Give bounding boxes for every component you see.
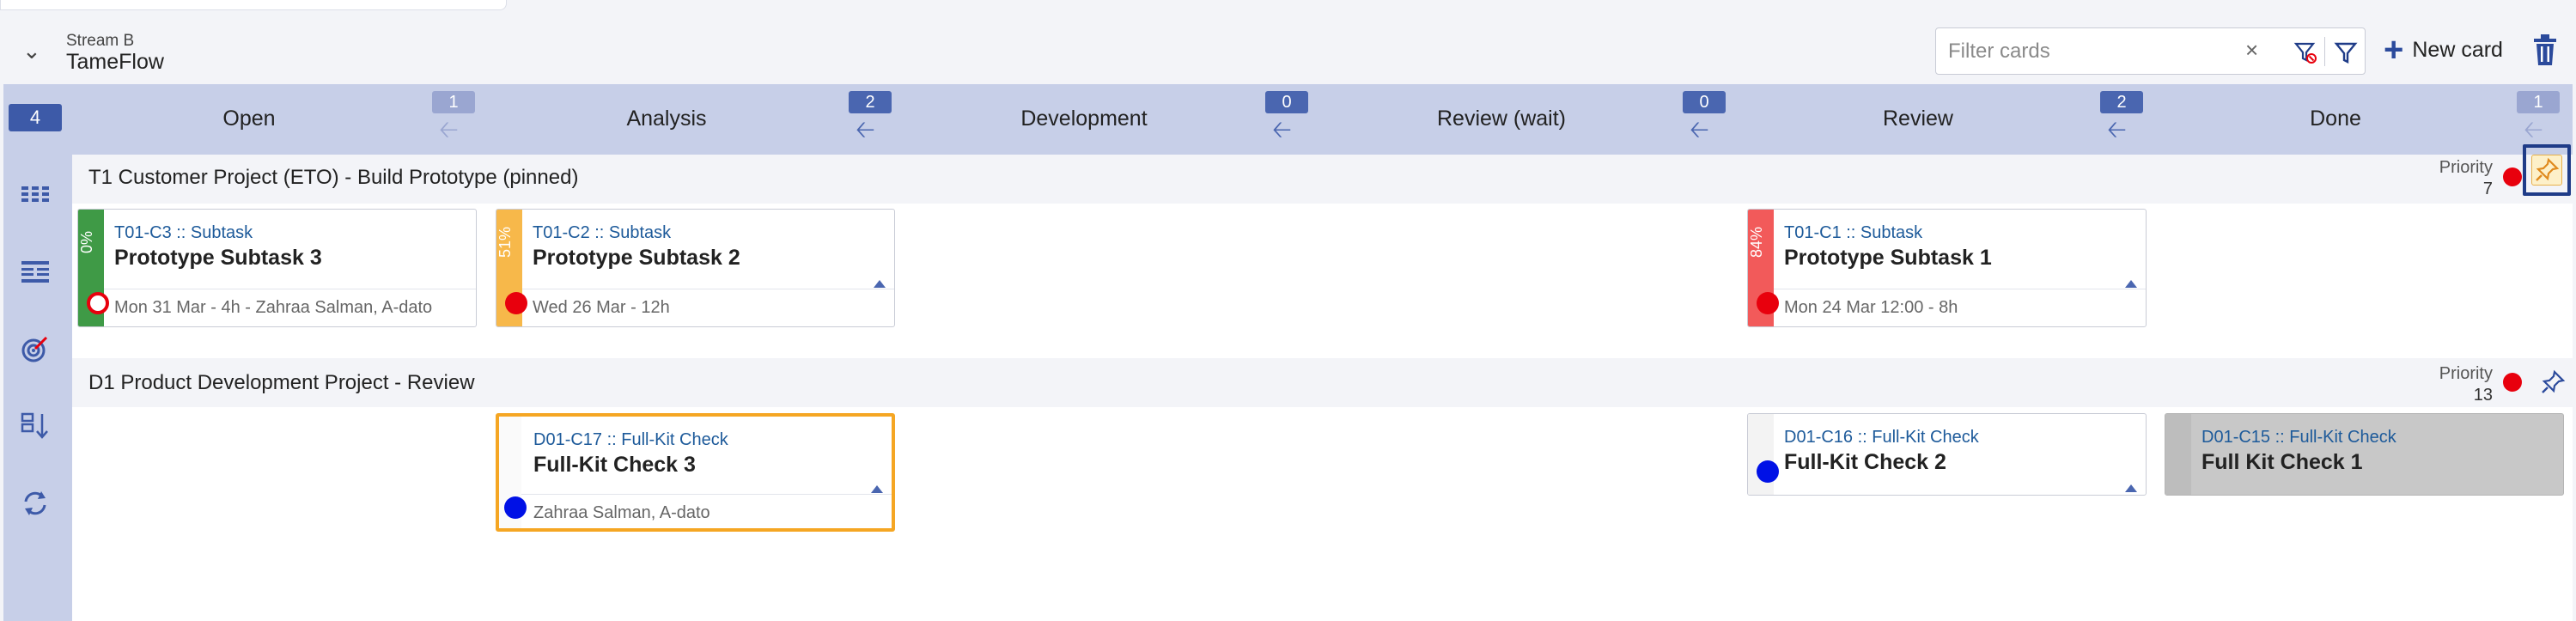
- pin-icon[interactable]: [2540, 369, 2566, 395]
- priority-status-dot: [2503, 373, 2522, 392]
- lane-title: D1 Product Development Project - Review: [88, 371, 475, 394]
- card[interactable]: D01-C16 :: Full-Kit Check Full-Kit Check…: [1747, 413, 2147, 496]
- card-divider: [521, 494, 892, 495]
- clear-filter-funnel-icon[interactable]: [2293, 40, 2318, 65]
- card[interactable]: 84% T01-C1 :: Subtask Prototype Subtask …: [1747, 209, 2147, 327]
- card-title: Full-Kit Check 2: [1784, 450, 1946, 474]
- top-panel-stub: [0, 0, 507, 10]
- move-left-arrow-icon[interactable]: 🡠: [1272, 112, 1292, 153]
- status-dot: [87, 292, 109, 314]
- detailed-view-icon[interactable]: [19, 256, 52, 287]
- filter-funnel-icon[interactable]: [2333, 40, 2359, 65]
- card-id: D01-C15 :: Full-Kit Check: [2201, 428, 2396, 447]
- lane-title: T1 Customer Project (ETO) - Build Protot…: [88, 166, 579, 189]
- filter-cards-input[interactable]: [1946, 37, 2273, 66]
- status-dot: [504, 496, 527, 519]
- card-id: T01-C2 :: Subtask: [533, 223, 672, 242]
- card-title: Prototype Subtask 3: [114, 246, 322, 270]
- priority-status-dot: [2503, 167, 2522, 186]
- wip-badge-done: 2: [2100, 91, 2143, 113]
- collapse-chevron-icon[interactable]: ⌄: [22, 38, 41, 64]
- wip-badge-review: 0: [1683, 91, 1726, 113]
- clear-filter-icon[interactable]: ×: [2245, 37, 2258, 64]
- plus-icon: +: [2384, 31, 2404, 69]
- filter-box: ×: [1935, 27, 2366, 75]
- column-header-open: Open: [222, 107, 276, 131]
- progress-percent: 84%: [1748, 226, 1765, 259]
- stream-label: Stream B: [66, 32, 135, 50]
- card-meta: Wed 26 Mar - 12h: [533, 298, 670, 317]
- target-icon[interactable]: [19, 333, 52, 364]
- stream-title: TameFlow: [66, 50, 164, 74]
- priority-label: Priority: [2439, 158, 2493, 177]
- card-id: T01-C1 :: Subtask: [1784, 223, 1923, 242]
- status-dot: [1757, 460, 1779, 483]
- card-meta: Mon 31 Mar - 4h - Zahraa Salman, A-dato: [114, 298, 433, 317]
- card[interactable]: 51% T01-C2 :: Subtask Prototype Subtask …: [496, 209, 895, 327]
- progress-percent: 0%: [78, 231, 95, 254]
- compact-view-icon[interactable]: [19, 179, 52, 210]
- card-title: Prototype Subtask 1: [1784, 246, 1992, 270]
- priority-value: 7: [2482, 180, 2493, 198]
- card[interactable]: 0% T01-C3 :: Subtask Prototype Subtask 3…: [77, 209, 477, 327]
- expand-triangle-icon[interactable]: [2125, 484, 2137, 492]
- move-left-arrow-icon[interactable]: 🡠: [856, 112, 875, 153]
- column-header-analysis: Analysis: [626, 107, 707, 131]
- card-meta: Zahraa Salman, A-dato: [533, 503, 710, 522]
- move-left-arrow-icon[interactable]: 🡠: [2107, 112, 2127, 153]
- wip-badge-last: 1: [2517, 91, 2560, 113]
- card-id: D01-C17 :: Full-Kit Check: [533, 430, 728, 449]
- new-card-label: New card: [2412, 37, 2503, 62]
- move-left-arrow-icon[interactable]: 🡠: [1690, 112, 1709, 153]
- pin-icon: [2536, 157, 2560, 181]
- column-header-done: Done: [2310, 107, 2361, 131]
- column-header-development: Development: [1020, 107, 1148, 131]
- wip-badge-review-wait: 0: [1265, 91, 1308, 113]
- progress-percent: 51%: [496, 226, 514, 259]
- refresh-icon[interactable]: [19, 488, 52, 519]
- card-title: Prototype Subtask 2: [533, 246, 740, 270]
- card-side-strip: [2165, 414, 2191, 495]
- expand-triangle-icon[interactable]: [871, 485, 883, 493]
- wip-badge-analysis: 1: [432, 91, 475, 113]
- column-header-review: Review: [1883, 107, 1953, 131]
- wip-badge-development: 2: [849, 91, 892, 113]
- card-meta: Mon 24 Mar 12:00 - 8h: [1784, 298, 1958, 317]
- column-header-review-wait: Review (wait): [1436, 107, 1567, 131]
- new-card-button[interactable]: + New card: [2384, 33, 2503, 67]
- sort-order-icon[interactable]: [19, 411, 52, 441]
- filter-separator: [2324, 37, 2325, 66]
- card-id: D01-C16 :: Full-Kit Check: [1784, 428, 1979, 447]
- card-title: Full-Kit Check 3: [533, 453, 696, 477]
- expand-triangle-icon[interactable]: [2125, 280, 2137, 288]
- card-count-badge: 4: [9, 104, 62, 131]
- move-left-arrow-icon[interactable]: 🡠: [439, 112, 459, 153]
- status-dot: [505, 292, 527, 314]
- card-title: Full Kit Check 1: [2201, 450, 2363, 474]
- card-done[interactable]: D01-C15 :: Full-Kit Check Full Kit Check…: [2165, 413, 2564, 496]
- expand-triangle-icon[interactable]: [874, 280, 886, 288]
- status-dot: [1757, 292, 1779, 314]
- trash-icon[interactable]: [2530, 33, 2560, 67]
- card-side-strip: [1748, 414, 1774, 495]
- card-selected[interactable]: D01-C17 :: Full-Kit Check Full-Kit Check…: [496, 413, 895, 532]
- priority-label: Priority: [2439, 364, 2493, 383]
- card-id: T01-C3 :: Subtask: [114, 223, 253, 242]
- priority-value: 13: [2473, 386, 2493, 405]
